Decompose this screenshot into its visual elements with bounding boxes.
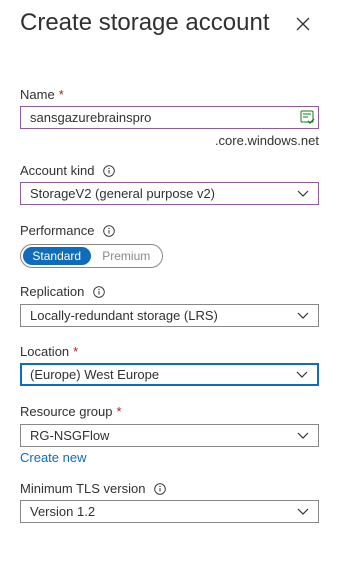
name-input[interactable]: sansgazurebrainspro [20, 106, 319, 129]
replication-label: Replication [20, 284, 106, 299]
page-title: Create storage account [20, 9, 270, 36]
name-value: sansgazurebrainspro [30, 110, 152, 125]
info-icon[interactable] [93, 285, 106, 298]
chevron-down-icon [297, 432, 309, 439]
name-label: Name * [20, 87, 64, 102]
required-mark: * [116, 404, 122, 419]
info-icon[interactable] [103, 224, 116, 237]
resource-group-dropdown[interactable]: RG-NSGFlow [20, 424, 319, 447]
tls-label: Minimum TLS version [20, 481, 167, 496]
replication-value: Locally-redundant storage (LRS) [30, 308, 218, 323]
required-mark: * [58, 87, 64, 102]
domain-suffix: .core.windows.net [214, 133, 319, 148]
chevron-down-icon [297, 312, 309, 319]
account-kind-label: Account kind [20, 163, 116, 178]
replication-dropdown[interactable]: Locally-redundant storage (LRS) [20, 304, 319, 327]
location-dropdown[interactable]: (Europe) West Europe [20, 363, 319, 386]
close-icon[interactable] [293, 14, 313, 34]
validation-icon [300, 110, 315, 124]
resource-group-value: RG-NSGFlow [30, 428, 110, 443]
performance-label: Performance [20, 223, 116, 238]
chevron-down-icon [297, 508, 309, 515]
tls-value: Version 1.2 [30, 504, 96, 519]
required-mark: * [73, 344, 79, 359]
chevron-down-icon [297, 190, 309, 197]
tls-dropdown[interactable]: Version 1.2 [20, 500, 319, 523]
performance-toggle[interactable]: Standard Premium [20, 244, 163, 268]
account-kind-dropdown[interactable]: StorageV2 (general purpose v2) [20, 182, 319, 205]
location-value: (Europe) West Europe [30, 367, 160, 382]
account-kind-value: StorageV2 (general purpose v2) [30, 186, 216, 201]
resource-group-label: Resource group * [20, 404, 122, 419]
performance-premium-option[interactable]: Premium [93, 247, 161, 265]
info-icon[interactable] [154, 482, 167, 495]
location-label: Location * [20, 344, 79, 359]
chevron-down-icon [296, 371, 308, 378]
info-icon[interactable] [103, 164, 116, 177]
create-new-link[interactable]: Create new [20, 450, 86, 465]
performance-standard-option[interactable]: Standard [23, 247, 91, 265]
